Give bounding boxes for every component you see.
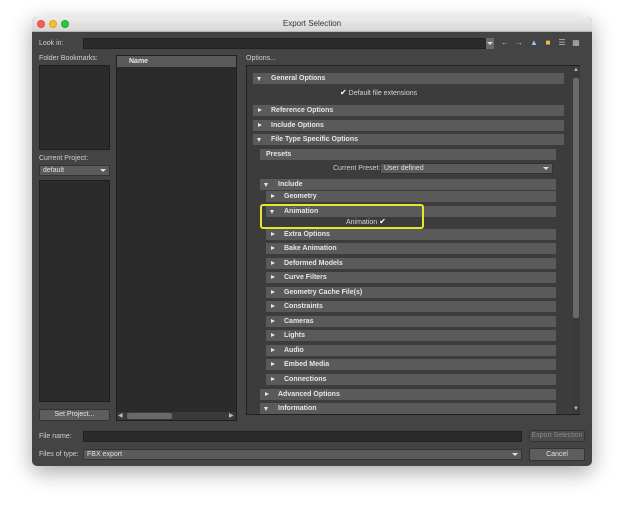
files-of-type-combo[interactable]: FBX export [83,449,522,460]
chevron-right-icon [271,319,275,323]
horizontal-scrollbar[interactable]: ◀ ▶ [117,412,236,420]
information-header[interactable]: Information [260,403,556,414]
chevron-down-icon [543,167,549,170]
files-of-type-value: FBX export [87,451,123,458]
chevron-right-icon [271,246,275,250]
chevron-down-icon [257,77,261,81]
project-folder-list[interactable] [39,180,110,402]
embed-media-header[interactable]: Embed Media [266,359,556,370]
look-in-dropdown-button[interactable] [486,38,494,49]
chevron-down-icon [512,453,518,456]
chevron-right-icon [258,108,262,112]
scroll-up-icon[interactable]: ▲ [573,67,579,73]
look-in-combo[interactable] [83,38,494,49]
export-selection-dialog: Export Selection Look in: ← → ▲ ■ ☰ ▦ Fo… [32,17,592,466]
scroll-right-icon[interactable]: ▶ [229,413,234,419]
scrollbar-thumb[interactable] [573,78,579,318]
file-name-input[interactable] [83,431,522,442]
chevron-right-icon [271,261,275,265]
new-folder-icon[interactable]: ■ [544,39,552,47]
detail-view-icon[interactable]: ▦ [572,39,580,47]
lights-header[interactable]: Lights [266,330,556,341]
bake-animation-header[interactable]: Bake Animation [266,243,556,254]
scroll-left-icon[interactable]: ◀ [118,413,123,419]
chevron-down-icon [487,42,493,45]
current-preset-combo[interactable]: User defined [380,163,553,174]
chevron-right-icon [265,392,269,396]
geometry-header[interactable]: Geometry [266,191,556,202]
checkmark-icon: ✔ [340,88,347,97]
geometry-cache-files-header[interactable]: Geometry Cache File(s) [266,287,556,298]
chevron-down-icon [264,407,268,411]
current-preset-label: Current Preset: [333,165,381,172]
look-in-label: Look in: [39,40,64,47]
set-project-button[interactable]: Set Project... [39,409,110,421]
file-list[interactable]: Name ◀ ▶ [116,55,237,421]
current-project-value: default [43,167,65,174]
chevron-right-icon [271,194,275,198]
chevron-right-icon [271,348,275,352]
deformed-models-header[interactable]: Deformed Models [266,258,556,269]
chevron-down-icon [257,138,261,142]
current-preset-value: User defined [384,165,424,172]
file-name-label: File name: [39,433,72,440]
animation-highlight-box [260,204,424,229]
chevron-down-icon [100,169,106,172]
advanced-options-header[interactable]: Advanced Options [260,389,556,400]
chevron-right-icon [271,232,275,236]
connections-header[interactable]: Connections [266,374,556,385]
name-column-header[interactable]: Name [117,56,236,67]
files-of-type-label: Files of type: [39,451,79,458]
forward-icon[interactable]: → [515,39,523,47]
chevron-right-icon [258,123,262,127]
current-project-combo[interactable]: default [39,165,110,176]
folder-bookmarks-list[interactable] [39,65,110,150]
chevron-right-icon [271,304,275,308]
default-file-extensions-checkbox[interactable]: ✔ Default file extensions [340,88,417,97]
curve-filters-header[interactable]: Curve Filters [266,272,556,283]
audio-header[interactable]: Audio [266,345,556,356]
include-header[interactable]: Include [260,179,556,190]
folder-bookmarks-label: Folder Bookmarks: [39,55,98,62]
extra-options-header[interactable]: Extra Options [266,229,556,240]
window-title: Export Selection [282,19,342,28]
cancel-button[interactable]: Cancel [529,448,585,461]
file-type-specific-options-header[interactable]: File Type Specific Options [253,134,564,145]
reference-options-header[interactable]: Reference Options [253,105,564,116]
general-options-header[interactable]: General Options [253,73,564,84]
options-label: Options... [246,55,276,62]
options-vertical-scrollbar[interactable]: ▲ ▼ [572,66,580,414]
constraints-header[interactable]: Constraints [266,301,556,312]
scroll-down-icon[interactable]: ▼ [573,406,579,412]
current-project-label: Current Project: [39,155,89,162]
include-options-header[interactable]: Include Options [253,120,564,131]
chevron-right-icon [271,362,275,366]
list-view-icon[interactable]: ☰ [558,39,566,47]
chevron-right-icon [271,377,275,381]
export-selection-button[interactable]: Export Selection [529,430,585,442]
chevron-right-icon [271,275,275,279]
cameras-header[interactable]: Cameras [266,316,556,327]
chevron-right-icon [271,290,275,294]
chevron-down-icon [264,183,268,187]
chevron-right-icon [271,333,275,337]
default-file-extensions-label: Default file extensions [348,90,418,97]
presets-header[interactable]: Presets [260,149,556,160]
scrollbar-thumb[interactable] [127,413,172,419]
title-bar: Export Selection [32,17,592,32]
back-icon[interactable]: ← [501,39,509,47]
up-folder-icon[interactable]: ▲ [530,39,538,47]
